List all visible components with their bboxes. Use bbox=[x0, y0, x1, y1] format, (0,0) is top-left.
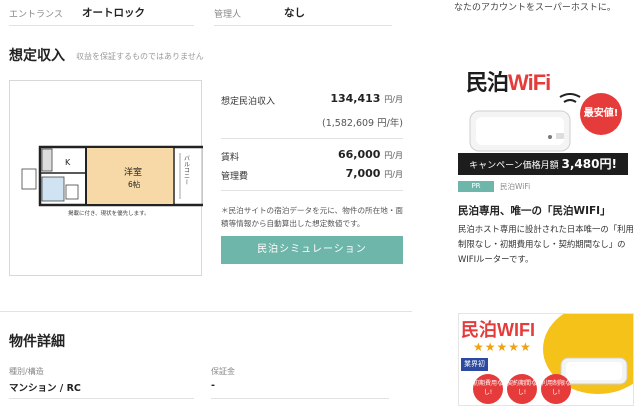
rating-stars-icon: ★★★★★ bbox=[473, 340, 532, 354]
divider bbox=[214, 25, 392, 26]
ad-description: 民泊ホスト専用に設計された日本唯一の「利用制限なし・初期費用なし・契約期間なし」… bbox=[458, 224, 634, 264]
estimated-income-block: 想定民泊収入 134,413 円/月 (1,582,609 円/年) bbox=[221, 90, 403, 140]
sidebar-top-text: なたのアカウントをスーパーホストに。 bbox=[454, 3, 616, 13]
divider bbox=[9, 25, 194, 26]
divider bbox=[221, 138, 403, 139]
details-section-title: 物件詳細 bbox=[9, 334, 65, 350]
main-content: エントランス オートロック 管理人 なし 想定収入 収益を保証するものではありま… bbox=[0, 0, 420, 406]
entrance-value: オートロック bbox=[82, 7, 145, 19]
floorplan-drawing: 洋室 6帖 K バルコニー 掲載に付き、現状を優先します。 bbox=[21, 145, 203, 217]
estimated-income-label: 想定民泊収入 bbox=[221, 97, 276, 107]
wifi-ad-banner[interactable]: 民泊WiFi 最安値! キャンペーン価格月額 3,480円! bbox=[458, 63, 628, 175]
section-divider bbox=[0, 311, 412, 312]
income-disclaimer: ＊民泊サイトの宿泊データを元に、物件の所在地・面積等情報から自動算出した想定数値… bbox=[221, 206, 404, 228]
type-structure-value: マンション / RC bbox=[9, 383, 81, 394]
rent-row: 賃料 66,000 円/月 bbox=[221, 148, 403, 166]
floorplan-balcony-label: バルコニー bbox=[183, 155, 190, 185]
ad-brand-main: 民泊 bbox=[466, 70, 509, 95]
ad2-brand-logo: 民泊WIFI bbox=[461, 320, 535, 340]
ad-title-link[interactable]: 民泊専用、唯一の「民泊WIFI」 bbox=[458, 203, 611, 218]
estimated-income-value: 134,413 bbox=[330, 92, 381, 105]
floorplan-image: 洋室 6帖 K バルコニー 掲載に付き、現状を優先します。 bbox=[9, 80, 203, 276]
manager-value: なし bbox=[284, 7, 305, 19]
campaign-price-label: キャンペーン価格月額 bbox=[469, 161, 559, 171]
feature-circle-2: 契約期間なし! bbox=[507, 374, 537, 404]
management-fee-label: 管理費 bbox=[221, 172, 249, 182]
type-structure-label: 種別/構造 bbox=[9, 367, 44, 376]
campaign-price-value: 3,480円! bbox=[561, 157, 617, 171]
floorplan-room-size: 6帖 bbox=[128, 179, 141, 189]
divider bbox=[221, 190, 403, 191]
campaign-price-banner: キャンペーン価格月額 3,480円! bbox=[458, 153, 628, 175]
rent-label: 賃料 bbox=[221, 153, 240, 163]
lowest-price-badge: 最安値! bbox=[580, 93, 622, 135]
income-disclaimer-short: 収益を保証するものではありません bbox=[76, 52, 204, 61]
estimated-income-unit: 円/月 bbox=[384, 95, 403, 104]
manager-label: 管理人 bbox=[214, 10, 242, 20]
sidebar: なたのアカウントをスーパーホストに。 民泊WiFi 最安値! キャンペーン価格月… bbox=[442, 0, 640, 406]
deposit-label: 保証金 bbox=[211, 367, 235, 376]
estimated-annual-income: (1,582,609 円/年) bbox=[322, 118, 403, 129]
rent-value: 66,000 bbox=[338, 148, 381, 161]
pr-source: 民泊WiFi bbox=[500, 182, 531, 191]
floorplan-room-label: 洋室 bbox=[124, 166, 142, 178]
pr-badge: PR bbox=[458, 181, 494, 192]
deposit-value: - bbox=[211, 380, 215, 391]
wifi-router-image bbox=[469, 93, 581, 152]
floorplan-kitchen-label: K bbox=[65, 158, 71, 167]
management-fee-unit: 円/月 bbox=[384, 170, 403, 179]
management-fee-row: 管理費 7,000 円/月 bbox=[221, 167, 403, 185]
divider bbox=[9, 398, 194, 399]
feature-circle-3: 利用制限なし! bbox=[541, 374, 571, 404]
wifi-ad-banner-2[interactable]: 民泊WIFI ★★★★★ 業界初 初期費用なし! 契約期間なし! 利用制限なし! bbox=[458, 313, 634, 406]
management-fee-value: 7,000 bbox=[345, 167, 381, 180]
property-info-row: エントランス オートロック 管理人 なし bbox=[0, 0, 410, 26]
feature-circle-1: 初期費用なし! bbox=[473, 374, 503, 404]
ad-brand-accent: WiFi bbox=[508, 70, 551, 95]
entrance-label: エントランス bbox=[9, 10, 63, 20]
divider bbox=[211, 398, 389, 399]
floorplan-caption: 掲載に付き、現状を優先します。 bbox=[68, 209, 150, 217]
rent-unit: 円/月 bbox=[384, 151, 403, 160]
industry-first-tag: 業界初 bbox=[461, 358, 488, 371]
income-section-title: 想定収入 bbox=[9, 48, 65, 64]
simulation-button[interactable]: 民泊シミュレーション bbox=[221, 236, 403, 264]
